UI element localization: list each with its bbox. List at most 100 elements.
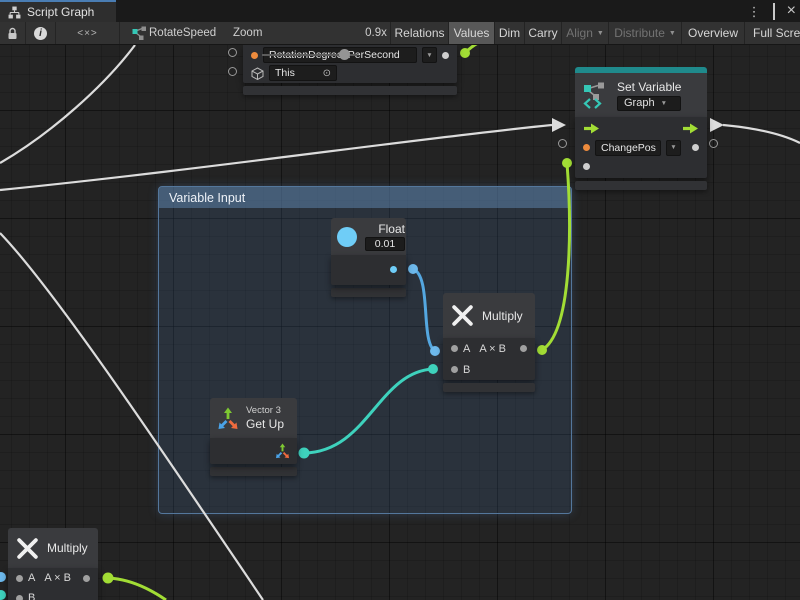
node-header[interactable]: Multiply [8, 528, 98, 568]
value-output-port[interactable] [442, 52, 449, 59]
graph-toolbar: i <×> RotateSpeed Zoom 0.9x Relations [0, 22, 800, 45]
node-float-literal[interactable]: Float 0.01 [331, 218, 406, 297]
toolbar-button-relations[interactable]: Relations [390, 22, 448, 44]
port-row-a: A A × B [8, 568, 98, 588]
lock-icon [7, 27, 18, 40]
port-row-b: B [8, 588, 98, 600]
node-footer [443, 383, 535, 392]
node-footer [331, 288, 406, 297]
set-variable-graph-icon [583, 82, 609, 109]
value-input-port[interactable] [583, 163, 590, 170]
title-bar: Script Graph ⋮ × [0, 0, 800, 22]
node-title: Multiply [47, 541, 88, 555]
port-label: A [463, 343, 470, 355]
output-port[interactable] [83, 575, 90, 582]
variable-scope-dropdown[interactable]: Graph ▼ [617, 96, 681, 111]
zoom-slider-handle[interactable] [339, 49, 350, 60]
node-title: Set Variable [617, 80, 681, 94]
graph-hierarchy-icon [8, 6, 21, 19]
node-footer [210, 467, 297, 476]
caret-down-icon: ▼ [669, 30, 676, 37]
window-menu-button[interactable]: ⋮ [748, 5, 761, 18]
port-label: A × B [44, 572, 71, 584]
vector3-axes-icon [217, 407, 239, 430]
zoom-value: 0.9x [362, 22, 390, 44]
node-multiply-2[interactable]: Multiply A A × B B [8, 528, 98, 600]
group-title: Variable Input [169, 191, 245, 205]
lock-button[interactable] [0, 22, 25, 44]
flow-port-row [575, 119, 707, 138]
toolbar-button-distribute[interactable]: Distribute▼ [608, 22, 681, 44]
port-label: B [28, 592, 35, 600]
float-value-input[interactable]: 0.01 [365, 237, 405, 251]
object-picker-icon[interactable]: ⊙ [323, 68, 331, 79]
variable-port-icon[interactable] [583, 144, 590, 151]
code-brackets-icon: <×> [77, 28, 98, 39]
port-label: A × B [479, 343, 506, 355]
info-icon: i [34, 27, 47, 40]
node-vector3-get-up[interactable]: Vector 3 Get Up [210, 398, 297, 476]
port-pin-hollow[interactable] [228, 67, 237, 76]
multiply-x-icon [16, 537, 39, 560]
variable-port-icon[interactable] [251, 52, 258, 59]
input-port-a[interactable] [16, 575, 23, 582]
group-header[interactable]: Variable Input [159, 187, 571, 208]
port-row-target: This ⊙ [243, 64, 457, 82]
node-get-rotation-variable[interactable]: RotationDegreesPerSecond ▼ This ⊙ [243, 45, 457, 95]
vector3-output-port[interactable] [275, 443, 290, 459]
input-port-a[interactable] [451, 345, 458, 352]
close-button[interactable]: × [787, 3, 796, 19]
maximize-icon [773, 3, 775, 20]
port-label: B [463, 364, 470, 376]
info-button[interactable]: i [26, 22, 55, 44]
float-type-icon [337, 227, 357, 247]
toolbar-button-carry[interactable]: Carry [524, 22, 561, 44]
zoom-label: Zoom [233, 22, 265, 44]
float-output-port[interactable] [390, 266, 397, 273]
dropdown-caret-button[interactable]: ▼ [666, 140, 681, 156]
tab-script-graph[interactable]: Script Graph [0, 0, 116, 22]
input-port-b[interactable] [16, 595, 23, 600]
node-header[interactable]: Float 0.01 [331, 218, 406, 255]
node-multiply[interactable]: Multiply A A × B B [443, 293, 535, 392]
node-title: Multiply [482, 309, 523, 323]
port-pin-hollow[interactable] [709, 139, 718, 148]
port-row-a: A A × B [443, 338, 535, 359]
dropdown-caret-button[interactable]: ▼ [422, 47, 437, 63]
multiply-x-icon [451, 304, 474, 327]
toolbar-button-fullscreen[interactable]: Full Screen [744, 22, 800, 44]
node-set-variable[interactable]: Set Variable Graph ▼ ChangePos [575, 67, 707, 190]
port-pin-hollow[interactable] [228, 48, 237, 57]
node-header[interactable]: Multiply [443, 293, 535, 338]
output-port[interactable] [520, 345, 527, 352]
port-label: A [28, 572, 35, 584]
variable-name-dropdown[interactable]: ChangePos [595, 140, 661, 156]
tab-title: Script Graph [27, 5, 94, 19]
input-port-b[interactable] [451, 366, 458, 373]
toolbar-button-align[interactable]: Align▼ [561, 22, 608, 44]
caret-down-icon: ▼ [661, 100, 667, 107]
breadcrumb-graph-name[interactable]: RotateSpeed [149, 22, 219, 44]
caret-down-icon: ▼ [670, 144, 676, 151]
caret-down-icon: ▼ [597, 30, 604, 37]
target-object-field[interactable]: This ⊙ [269, 65, 337, 81]
toolbar-button-overview[interactable]: Overview [681, 22, 744, 44]
node-footer [575, 181, 707, 190]
port-row-input [575, 157, 707, 176]
port-pin-hollow[interactable] [558, 139, 567, 148]
flow-in-arrow-icon[interactable] [583, 123, 600, 134]
port-row-variable: ChangePos ▼ [575, 138, 707, 157]
toolbar-button-dim[interactable]: Dim [494, 22, 524, 44]
script-graph-icon [132, 26, 146, 40]
node-title: Get Up [246, 417, 284, 431]
graph-breadcrumb-icon-wrap [130, 22, 148, 44]
flow-out-arrow-icon[interactable] [682, 123, 699, 134]
toolbar-button-values[interactable]: Values [448, 22, 494, 44]
maximize-button[interactable] [773, 5, 775, 18]
node-kind: Vector 3 [246, 405, 284, 416]
node-title: Float [378, 222, 405, 236]
node-header[interactable]: Vector 3 Get Up [210, 398, 297, 438]
value-output-port[interactable] [692, 144, 699, 151]
code-view-button[interactable]: <×> [56, 22, 119, 44]
node-header[interactable]: Set Variable Graph ▼ [575, 73, 707, 117]
